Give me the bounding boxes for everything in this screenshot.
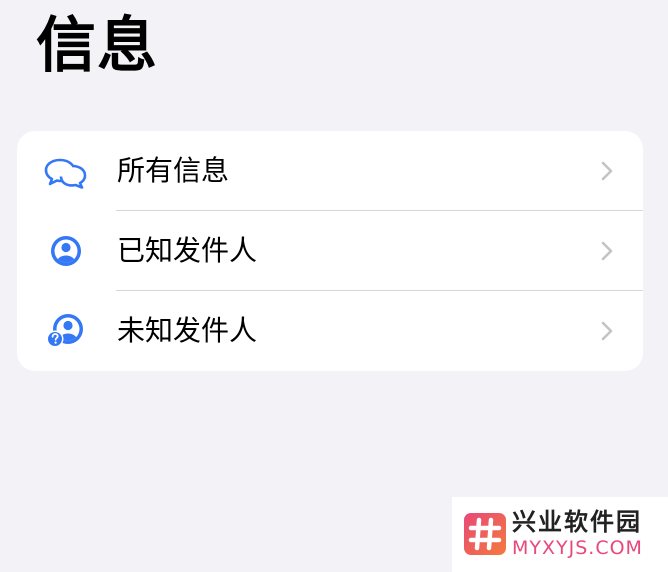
filter-list: 所有信息 已知发件人 未知发件人 [17, 131, 643, 371]
watermark-domain: MYXYJS.COM [512, 537, 643, 559]
list-item-unknown-senders[interactable]: 未知发件人 [17, 291, 643, 371]
unknown-person-icon [44, 310, 88, 352]
list-item-known-senders[interactable]: 已知发件人 [17, 211, 643, 291]
watermark-name: 兴业软件园 [512, 508, 642, 536]
list-item-all-messages[interactable]: 所有信息 [17, 131, 643, 211]
list-item-label: 所有信息 [117, 154, 230, 187]
chevron-right-icon [599, 238, 615, 264]
person-circle-icon [44, 230, 88, 272]
watermark: 兴业软件园 MYXYJS.COM [452, 497, 668, 572]
chevron-right-icon [599, 158, 615, 184]
hash-logo-icon [464, 513, 506, 555]
list-item-label: 未知发件人 [117, 314, 258, 347]
chevron-right-icon [599, 318, 615, 344]
chat-bubbles-icon [44, 150, 88, 192]
page-title: 信息 [36, 11, 158, 81]
list-item-label: 已知发件人 [117, 234, 258, 267]
